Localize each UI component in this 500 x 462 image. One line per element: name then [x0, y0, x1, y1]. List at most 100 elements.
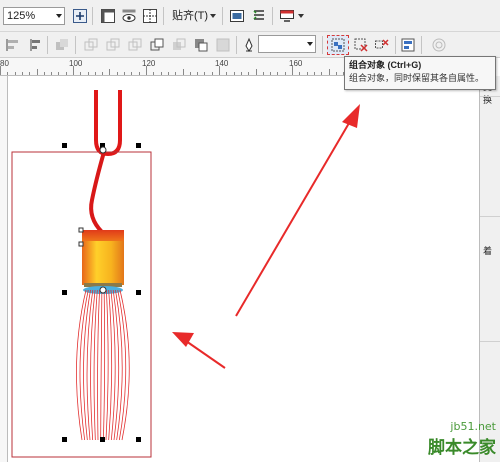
toolbar-separator: [163, 7, 164, 25]
ruler-tick: [234, 72, 235, 75]
trim-icon: [82, 36, 100, 54]
ruler-tick: [117, 72, 118, 75]
publish-icon[interactable]: [278, 7, 296, 25]
ruler-tick: [80, 72, 81, 75]
drawing-canvas[interactable]: [9, 77, 480, 462]
pen-outline-icon[interactable]: [240, 36, 258, 54]
launch-list-icon[interactable]: [250, 7, 268, 25]
property-bar: [0, 32, 500, 58]
tassel-strand: [102, 289, 106, 441]
docker-panel[interactable]: 变换 着: [479, 76, 500, 462]
ruler-tick: [51, 72, 52, 75]
ruler-tick: [168, 72, 169, 75]
watermark-brand: 脚本之家: [428, 438, 496, 458]
toolbar-separator: [47, 36, 48, 54]
back-minus-front-icon: [170, 36, 188, 54]
align-objects-icon[interactable]: [26, 36, 44, 54]
ruler-tick: [256, 69, 257, 75]
ruler-tick: [37, 69, 38, 75]
tooltip-title: 组合对象 (Ctrl+G): [349, 60, 422, 70]
ungroup-icon: [354, 38, 368, 52]
ruler-tick: [22, 72, 23, 75]
ruler-tick: [336, 72, 337, 75]
divider: [480, 96, 500, 97]
ruler-tick: [109, 69, 110, 75]
ruler-tick: [212, 72, 213, 75]
tassel-strand: [97, 289, 100, 441]
ruler-tick: [44, 72, 45, 75]
ungroup-all-button[interactable]: [373, 36, 391, 54]
vertical-ruler[interactable]: [0, 76, 8, 462]
tassel-strand: [86, 289, 94, 441]
zoom-plus-icon[interactable]: [71, 7, 89, 25]
outline-width-combo[interactable]: [258, 35, 316, 53]
ruler-tick: [161, 72, 162, 75]
ruler-tick: [190, 72, 191, 75]
watermark: jb51.net 脚本之家: [428, 420, 496, 458]
simplify-icon: [126, 36, 144, 54]
align-left-icon[interactable]: [4, 36, 22, 54]
tassel-strand: [105, 289, 109, 441]
chevron-down-icon[interactable]: [56, 14, 62, 18]
ruler-tick: [146, 66, 147, 75]
snap-to-menu[interactable]: 贴齐(T): [170, 7, 210, 25]
group-objects-icon: [331, 38, 345, 52]
ruler-tick: [241, 72, 242, 75]
ruler-tick: [0, 66, 1, 75]
ruler-tick: [321, 72, 322, 75]
divider: [480, 216, 500, 217]
ruler-tick: [292, 66, 293, 75]
group-objects-button[interactable]: [327, 35, 349, 55]
guidelines-icon[interactable]: [141, 7, 159, 25]
toolbar-separator: [222, 7, 223, 25]
lens-icon: [430, 36, 448, 54]
toolbar-separator: [272, 7, 273, 25]
tassel-strand: [93, 289, 98, 441]
ruler-tick: [175, 72, 176, 75]
toolbar-separator: [395, 36, 396, 54]
toolbar-separator: [236, 36, 237, 54]
ruler-tick: [329, 69, 330, 75]
full-screen-preview-icon[interactable]: [99, 7, 117, 25]
ruler-tick: [285, 72, 286, 75]
ruler-tick: [124, 72, 125, 75]
weld-icon: [53, 36, 71, 54]
ruler-label: 80: [0, 59, 9, 68]
ruler-tick: [95, 72, 96, 75]
options-icon[interactable]: [228, 7, 246, 25]
ruler-tick: [307, 72, 308, 75]
view-eye-icon[interactable]: [120, 7, 138, 25]
ruler-tick: [299, 72, 300, 75]
ruler-tick: [226, 72, 227, 75]
boundary-icon[interactable]: [192, 36, 210, 54]
chevron-down-icon[interactable]: [298, 14, 304, 18]
ruler-label: 140: [215, 59, 229, 68]
ruler-tick: [263, 72, 264, 75]
tassel-strand: [100, 289, 103, 441]
ruler-tick: [73, 66, 74, 75]
ruler-tick: [277, 72, 278, 75]
ruler-tick: [197, 72, 198, 75]
group-objects-tooltip: 组合对象 (Ctrl+G) 组合对象，同时保留其各自属性。: [344, 56, 496, 90]
zoom-level-value: 125%: [7, 10, 36, 22]
align-distribute-icon: [401, 38, 415, 52]
ruler-tick: [183, 69, 184, 75]
front-minus-back-icon[interactable]: [148, 36, 166, 54]
ruler-label: 100: [69, 59, 83, 68]
ruler-tick: [15, 72, 16, 75]
ruler-label: 160: [289, 59, 303, 68]
tassel-strand: [108, 289, 113, 441]
tassel-artwork[interactable]: [9, 77, 480, 462]
ungroup-objects-button[interactable]: [352, 36, 370, 54]
standard-toolbar: 125% 贴齐(T): [0, 0, 500, 32]
chevron-down-icon[interactable]: [210, 14, 216, 18]
zoom-level-combo[interactable]: 125%: [3, 7, 65, 25]
chevron-down-icon[interactable]: [307, 42, 313, 46]
ruler-tick: [58, 72, 59, 75]
ruler-tick: [66, 72, 67, 75]
docker-label: 着: [483, 246, 493, 256]
align-distribute-button[interactable]: [399, 36, 417, 54]
ruler-tick: [270, 72, 271, 75]
ruler-tick: [131, 72, 132, 75]
create-boundary-icon: [214, 36, 232, 54]
